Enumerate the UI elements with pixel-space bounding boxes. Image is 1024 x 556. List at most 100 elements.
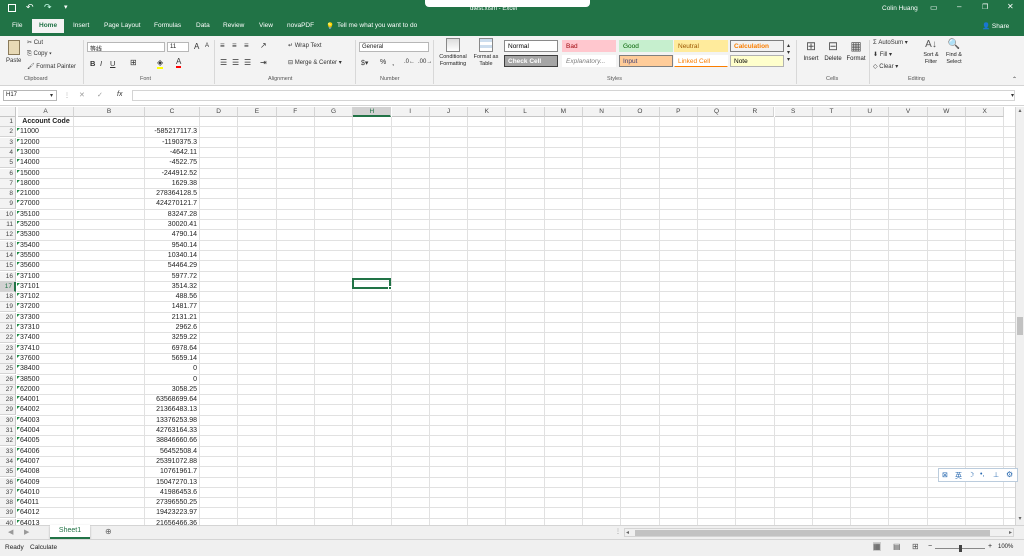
font-color-icon[interactable]: A	[176, 57, 182, 68]
autosum-button[interactable]: Σ AutoSum ▾	[873, 39, 908, 46]
align-top-icon[interactable]: ≡	[220, 41, 225, 50]
row-header-17[interactable]: 17	[0, 281, 16, 292]
italic-button[interactable]: I	[100, 59, 102, 68]
row-header-22[interactable]: 22	[0, 333, 16, 344]
cell-style-calculation[interactable]: Calculation	[730, 40, 784, 52]
tab-file[interactable]: File	[12, 22, 22, 29]
font-name-select[interactable]: 等线	[87, 42, 165, 52]
row-header-13[interactable]: 13	[0, 240, 16, 251]
orientation-icon[interactable]: ↗	[260, 41, 267, 50]
row-header-27[interactable]: 27	[0, 384, 16, 395]
row-header-28[interactable]: 28	[0, 395, 16, 406]
column-header-w[interactable]: W	[927, 107, 966, 117]
status-calculate[interactable]: Calculate	[30, 544, 57, 551]
merge-center-button[interactable]: ⊟ Merge & Center ▾	[288, 59, 342, 66]
row-header-18[interactable]: 18	[0, 292, 16, 303]
column-header-p[interactable]: P	[659, 107, 698, 117]
column-header-d[interactable]: D	[200, 107, 239, 117]
row-header-16[interactable]: 16	[0, 271, 16, 282]
column-header-c[interactable]: C	[145, 107, 200, 117]
insert-cells-button[interactable]: ⊞ Insert	[800, 39, 822, 62]
restore-icon[interactable]: ❐	[982, 3, 988, 11]
column-header-x[interactable]: X	[966, 107, 1005, 117]
increase-decimal-icon[interactable]: .0←	[404, 59, 415, 65]
expand-formula-icon[interactable]: ▾	[1011, 92, 1014, 99]
normal-view-icon[interactable]: ▦	[873, 542, 881, 551]
wrap-text-button[interactable]: ↵ Wrap Text	[288, 42, 322, 49]
tab-formulas[interactable]: Formulas	[154, 22, 181, 29]
row-header-5[interactable]: 5	[0, 158, 16, 169]
shrink-font-button[interactable]: A	[205, 43, 209, 49]
column-header-e[interactable]: E	[238, 107, 277, 117]
fill-handle[interactable]	[388, 286, 392, 290]
active-cell-cursor[interactable]	[352, 278, 391, 289]
vertical-scrollbar[interactable]: ▴ ▾	[1015, 107, 1024, 525]
row-header-23[interactable]: 23	[0, 343, 16, 354]
insert-function-icon[interactable]: fx	[117, 91, 122, 98]
page-break-view-icon[interactable]: ⊞	[912, 542, 919, 551]
row-header-26[interactable]: 26	[0, 374, 16, 385]
column-header-u[interactable]: U	[851, 107, 890, 117]
align-center-icon[interactable]: ☰	[232, 58, 239, 67]
undo-icon[interactable]: ↶	[26, 2, 34, 13]
formula-input[interactable]	[132, 90, 1015, 101]
indent-icon[interactable]: ⇥	[260, 58, 267, 67]
zoom-out-icon[interactable]: −	[928, 543, 932, 550]
next-sheet-icon[interactable]: ▶	[24, 528, 29, 536]
column-header-v[interactable]: V	[889, 107, 928, 117]
enter-icon[interactable]: ✓	[97, 91, 103, 99]
row-header-36[interactable]: 36	[0, 477, 16, 488]
cell-style-linked-cell[interactable]: Linked Cell	[674, 55, 728, 67]
column-header-f[interactable]: F	[276, 107, 315, 117]
tab-page-layout[interactable]: Page Layout	[104, 22, 141, 29]
column-header-h[interactable]: H	[353, 107, 392, 117]
row-header-7[interactable]: 7	[0, 178, 16, 189]
close-icon[interactable]: ✕	[1007, 2, 1014, 11]
column-header-r[interactable]: R	[736, 107, 775, 117]
redo-icon[interactable]: ↷	[44, 2, 52, 13]
cut-button[interactable]: ✂ Cut	[27, 39, 43, 46]
row-header-8[interactable]: 8	[0, 189, 16, 200]
zoom-in-icon[interactable]: +	[988, 543, 992, 550]
zoom-slider-thumb[interactable]	[959, 545, 962, 552]
row-header-6[interactable]: 6	[0, 168, 16, 179]
column-header-l[interactable]: L	[506, 107, 545, 117]
horizontal-scrollbar[interactable]: ◂ ▸	[624, 528, 1014, 537]
row-header-29[interactable]: 29	[0, 405, 16, 416]
horizontal-scroll-thumb[interactable]	[635, 530, 990, 536]
scroll-left-icon[interactable]: ◂	[626, 529, 629, 536]
align-right-icon[interactable]: ☰	[244, 58, 251, 67]
delete-cells-button[interactable]: ⊟ Delete	[822, 39, 844, 62]
sheet-tab-sheet1[interactable]: Sheet1	[50, 525, 90, 539]
copy-button[interactable]: ⎘ Copy ▾	[27, 51, 52, 58]
format-painter-button[interactable]: 🖌 Format Painter	[27, 63, 76, 70]
ime-settings-icon[interactable]: ⚙	[1006, 470, 1013, 479]
row-header-37[interactable]: 37	[0, 487, 16, 498]
styles-scroll-icon[interactable]: ▴ ▾ ▾	[787, 42, 790, 63]
decrease-decimal-icon[interactable]: .00→	[418, 59, 432, 65]
cell-style-good[interactable]: Good	[619, 40, 673, 52]
font-size-select[interactable]: 11	[167, 42, 189, 52]
row-header-10[interactable]: 10	[0, 209, 16, 220]
ime-moon-icon[interactable]: ☽	[968, 471, 974, 479]
row-header-39[interactable]: 39	[0, 508, 16, 519]
tell-me-input[interactable]: Tell me what you want to do	[337, 22, 417, 29]
row-header-24[interactable]: 24	[0, 353, 16, 364]
save-icon[interactable]	[8, 4, 16, 12]
percent-button[interactable]: %	[380, 59, 386, 66]
row-header-38[interactable]: 38	[0, 498, 16, 509]
row-header-15[interactable]: 15	[0, 261, 16, 272]
cell-style-input[interactable]: Input	[619, 55, 673, 67]
cancel-icon[interactable]: ✕	[79, 91, 85, 99]
tab-insert[interactable]: Insert	[73, 22, 89, 29]
prev-sheet-icon[interactable]: ◀	[8, 528, 13, 536]
row-header-19[interactable]: 19	[0, 302, 16, 313]
collapse-ribbon-icon[interactable]: ⌃	[1012, 76, 1017, 83]
bold-button[interactable]: B	[90, 59, 95, 68]
align-bottom-icon[interactable]: ≡	[244, 41, 249, 50]
tab-review[interactable]: Review	[223, 22, 244, 29]
row-header-1[interactable]: 1	[0, 117, 16, 127]
column-header-s[interactable]: S	[774, 107, 813, 117]
number-format-select[interactable]: General	[359, 42, 429, 52]
minimize-icon[interactable]: –	[957, 2, 961, 11]
